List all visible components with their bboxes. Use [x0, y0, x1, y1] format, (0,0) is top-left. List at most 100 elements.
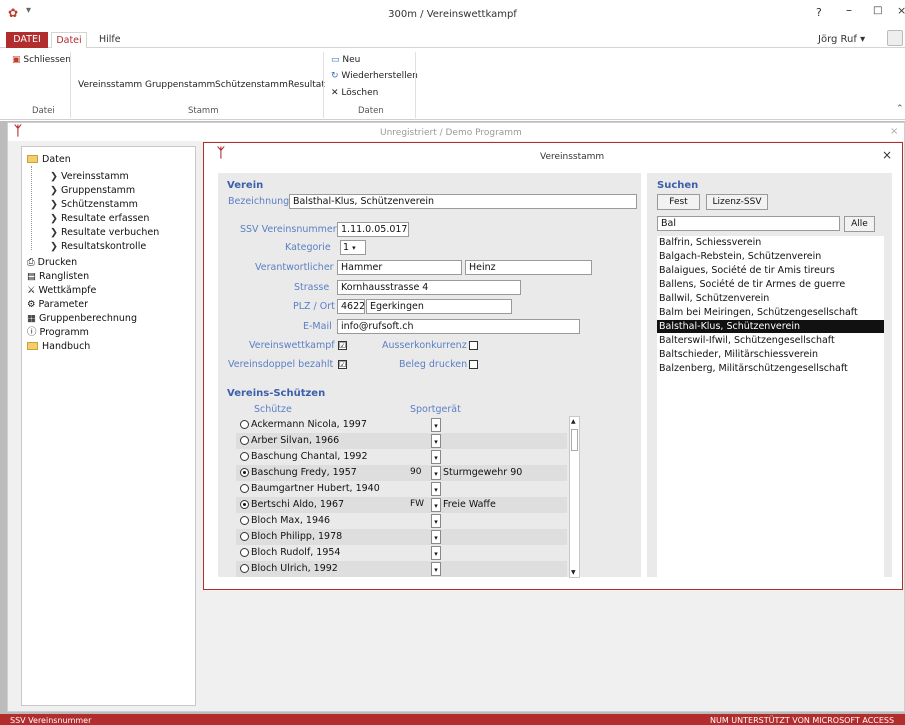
table-row[interactable]: Bloch Ulrich, 1992 ▾	[236, 561, 567, 577]
selection-radio[interactable]	[240, 484, 249, 493]
subwindow-close-button[interactable]: ×	[890, 126, 898, 137]
ssv-field[interactable]: 1.11.0.05.017	[337, 222, 409, 237]
table-row[interactable]: Bloch Philipp, 1978 ▾	[236, 529, 567, 545]
beleg-checkbox[interactable]	[469, 360, 478, 369]
nachname-field[interactable]: Hammer	[337, 260, 462, 275]
dialog-close-button[interactable]: ×	[882, 148, 892, 162]
schliessen-button[interactable]: ▣ Schliessen	[12, 55, 71, 65]
table-row[interactable]: Ackermann Nicola, 1997 ▾	[236, 417, 567, 433]
sportgeraet-dropdown[interactable]: ▾	[431, 546, 441, 560]
search-result-item[interactable]: Balm bei Meiringen, Schützengesellschaft	[657, 306, 884, 319]
table-row[interactable]: Bloch Rudolf, 1954 ▾	[236, 545, 567, 561]
selection-radio[interactable]	[240, 548, 249, 557]
search-result-item[interactable]: Ballwil, Schützenverein	[657, 292, 884, 305]
nav-programm[interactable]: ⓘ Programm	[27, 327, 89, 339]
selection-radio[interactable]	[240, 532, 249, 541]
loeschen-button[interactable]: ✕ Löschen	[331, 88, 378, 98]
table-row[interactable]: Baschung Fredy, 1957 90 ▾ Sturmgewehr 90	[236, 465, 567, 481]
nav-gruppenberechnung[interactable]: ▦ Gruppenberechnung	[27, 313, 137, 325]
search-result-item[interactable]: Balgach-Rebstein, Schützenverein	[657, 250, 884, 263]
nav-parameter[interactable]: ⚙ Parameter	[27, 299, 88, 311]
selection-radio[interactable]	[240, 564, 249, 573]
schuetzen-scrollbar[interactable]: ▲ ▼	[569, 416, 580, 578]
nav-daten[interactable]: Daten	[27, 154, 71, 166]
nav-vereinsstamm[interactable]: ❯ Vereinsstamm	[50, 171, 129, 183]
ribbon-collapse-icon[interactable]: ⌃	[896, 104, 904, 114]
nav-resultate-erfassen[interactable]: ❯ Resultate erfassen	[50, 213, 149, 225]
maximize-button[interactable]: □	[873, 5, 882, 16]
minimize-button[interactable]: –	[846, 3, 852, 17]
scroll-down-icon[interactable]: ▼	[571, 569, 576, 576]
selection-radio[interactable]	[240, 436, 249, 445]
strasse-label: Strasse	[294, 282, 330, 293]
selection-radio[interactable]	[240, 500, 249, 509]
sportgeraet-dropdown[interactable]: ▾	[431, 482, 441, 496]
tab-file[interactable]: DATEI	[6, 32, 48, 49]
selection-radio[interactable]	[240, 516, 249, 525]
nav-resultatskontrolle[interactable]: ❯ Resultatskontrolle	[50, 241, 146, 253]
sportgeraet-dropdown[interactable]: ▾	[431, 514, 441, 528]
nav-drucken[interactable]: ⎙ Drucken	[27, 257, 77, 269]
schuetze-name: Bertschi Aldo, 1967	[251, 499, 345, 510]
nav-schuetzenstamm[interactable]: ❯ Schützenstamm	[50, 199, 138, 211]
search-result-item[interactable]: Balfrin, Schiessverein	[657, 236, 884, 249]
scroll-thumb[interactable]	[571, 429, 578, 451]
nav-gruppenstamm[interactable]: ❯ Gruppenstamm	[50, 185, 135, 197]
table-row[interactable]: Bertschi Aldo, 1967 FW ▾ Freie Waffe	[236, 497, 567, 513]
sportgeraet-dropdown[interactable]: ▾	[431, 562, 441, 576]
ausserkonkurrenz-checkbox[interactable]	[469, 341, 478, 350]
subwindow-title: Unregistriert / Demo Programm	[380, 128, 522, 138]
search-result-item[interactable]: Balterswil-Ifwil, Schützengesellschaft	[657, 334, 884, 347]
gruppenstamm-button[interactable]: Gruppenstamm	[145, 80, 215, 90]
selection-radio[interactable]	[240, 420, 249, 429]
search-result-item[interactable]: Balzenberg, Militärschützengesellschaft	[657, 362, 884, 375]
kategorie-select[interactable]: 1 ▾	[340, 240, 366, 255]
search-result-item[interactable]: Ballens, Société de tir Armes de guerre	[657, 278, 884, 291]
plz-field[interactable]: 4622	[337, 299, 365, 314]
scroll-up-icon[interactable]: ▲	[571, 418, 576, 425]
wiederherstellen-button[interactable]: ↻ Wiederherstellen	[331, 71, 418, 81]
vereinswettkampf-checkbox[interactable]: ☑	[338, 341, 347, 350]
tab-hilfe[interactable]: Hilfe	[92, 32, 128, 49]
refresh-icon: ↻	[331, 71, 339, 81]
search-result-item[interactable]: Balaigues, Société de tir Amis tireurs	[657, 264, 884, 277]
search-input[interactable]: Bal	[657, 216, 840, 231]
close-button[interactable]: ×	[897, 4, 905, 17]
table-row[interactable]: Baschung Chantal, 1992 ▾	[236, 449, 567, 465]
avatar[interactable]	[887, 30, 903, 46]
nav-handbuch[interactable]: Handbuch	[27, 341, 90, 353]
nav-resultate-verbuchen[interactable]: ❯ Resultate verbuchen	[50, 227, 159, 239]
selection-radio[interactable]	[240, 452, 249, 461]
resultat-button[interactable]: Resultat	[288, 80, 325, 90]
lizenz-ssv-button[interactable]: Lizenz-SSV	[706, 194, 768, 210]
fest-button[interactable]: Fest	[657, 194, 700, 210]
email-field[interactable]: info@rufsoft.ch	[337, 319, 580, 334]
table-row[interactable]: Bloch Max, 1946 ▾	[236, 513, 567, 529]
alle-button[interactable]: Alle	[844, 216, 875, 232]
bezeichnung-field[interactable]: Balsthal-Klus, Schützenverein	[289, 194, 637, 209]
sportgeraet-dropdown[interactable]: ▾	[431, 466, 441, 480]
sportgeraet-dropdown[interactable]: ▾	[431, 450, 441, 464]
plz-ort-label: PLZ / Ort	[293, 301, 335, 312]
sportgeraet-dropdown[interactable]: ▾	[431, 434, 441, 448]
nav-label: Resultate verbuchen	[60, 227, 160, 238]
search-result-item[interactable]: Baltschieder, Militärschiessverein	[657, 348, 884, 361]
user-account[interactable]: Jörg Ruf ▾	[818, 34, 865, 45]
vereinsdoppel-checkbox[interactable]: ☑	[338, 360, 347, 369]
vereinsstamm-button[interactable]: Vereinsstamm	[78, 80, 142, 90]
sportgeraet-dropdown[interactable]: ▾	[431, 418, 441, 432]
help-button[interactable]: ?	[816, 6, 822, 19]
sportgeraet-dropdown[interactable]: ▾	[431, 498, 441, 512]
ort-field[interactable]: Egerkingen	[366, 299, 512, 314]
sportgeraet-dropdown[interactable]: ▾	[431, 530, 441, 544]
vorname-field[interactable]: Heinz	[465, 260, 592, 275]
nav-wettkaempfe[interactable]: ⚔ Wettkämpfe	[27, 285, 96, 297]
search-result-item[interactable]: Balsthal-Klus, Schützenverein	[657, 320, 884, 333]
table-row[interactable]: Arber Silvan, 1966 ▾	[236, 433, 567, 449]
strasse-field[interactable]: Kornhausstrasse 4	[337, 280, 521, 295]
neu-button[interactable]: ▭ Neu	[331, 55, 360, 65]
schuetzenstamm-button[interactable]: Schützenstamm	[215, 80, 288, 90]
table-row[interactable]: Baumgartner Hubert, 1940 ▾	[236, 481, 567, 497]
selection-radio[interactable]	[240, 468, 249, 477]
nav-ranglisten[interactable]: ▤ Ranglisten	[27, 271, 89, 283]
